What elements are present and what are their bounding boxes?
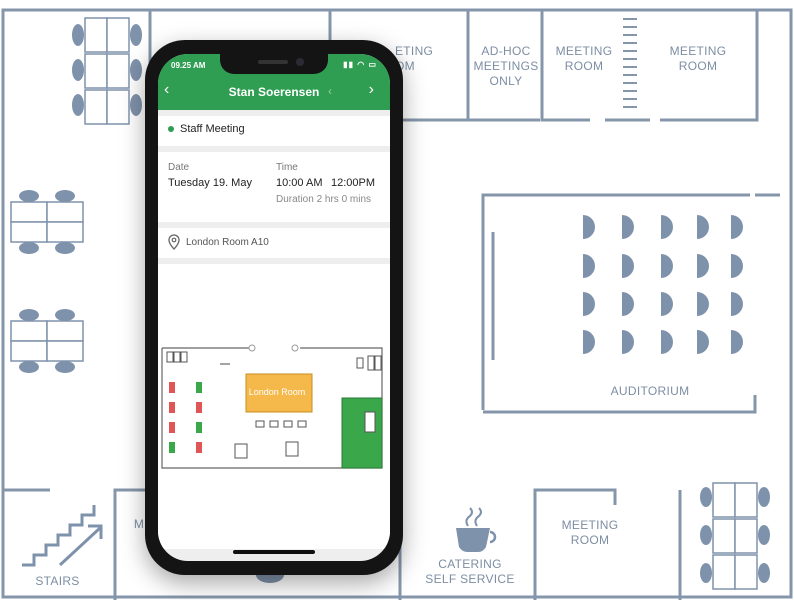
mini-door [248, 344, 256, 352]
room-label-adhoc: AD-HOC MEETINGS ONLY [473, 44, 539, 88]
time-label: Time [276, 162, 298, 173]
window-marks [623, 18, 637, 108]
mini-floor-map[interactable] [160, 344, 384, 470]
mini-desks [169, 382, 202, 453]
phone-device: 09.25 AM ▮▮ ◠ ▭ ‹ Stan Soerensen ‹ › Sta… [145, 40, 403, 575]
phone-notch [220, 54, 328, 74]
desk-cluster-left-1 [10, 190, 84, 254]
mini-cabinet [374, 355, 382, 371]
mini-cabinet [367, 355, 375, 371]
duration: Duration 2 hrs 0 mins [276, 194, 372, 205]
details-card: Date Tuesday 19. May Time 10:00 AM 12:00… [158, 152, 390, 222]
start-time: 10:00 AM [276, 177, 323, 189]
speaker-grille [258, 60, 288, 64]
room-label-meeting-room-2: MEETING ROOM [669, 44, 727, 73]
mini-desk-available [169, 442, 175, 453]
room-label-stairs: STAIRS [35, 574, 80, 588]
room-label-partial-bottom: M [133, 517, 145, 531]
mini-cabinet [180, 351, 188, 363]
mini-chair [297, 420, 307, 428]
wifi-icon: ◠ [357, 60, 366, 69]
mini-table [285, 441, 299, 457]
mini-map-card: London Room [158, 264, 390, 549]
mini-desk-occupied [196, 442, 202, 453]
chevron-left-icon: ‹ [328, 84, 332, 98]
mini-chair [255, 420, 265, 428]
stairs-icon [22, 505, 103, 567]
mini-desk-available [196, 382, 202, 393]
signal-icon: ▮▮ [343, 60, 354, 69]
auditorium-seats [583, 215, 743, 354]
mini-table [364, 411, 376, 433]
mini-cabinet [173, 351, 181, 363]
header-title: Stan Soerensen [228, 85, 320, 99]
mini-desk-occupied [169, 422, 175, 433]
status-icons: ▮▮ ◠ ▭ [343, 60, 377, 69]
date-label: Date [168, 162, 190, 173]
room-label-auditorium: AUDITORIUM [610, 384, 690, 398]
next-button[interactable]: › [369, 82, 374, 98]
auditorium-wall-top [481, 193, 750, 410]
mini-desk-occupied [196, 402, 202, 413]
end-time: 12:00PM [331, 177, 376, 189]
mini-chair [283, 420, 293, 428]
date-value: Tuesday 19. May [168, 177, 252, 189]
room-label-meeting-room-3: MEETING ROOM [561, 518, 619, 547]
location-card[interactable]: London Room A10 [158, 228, 390, 258]
desk-cluster-left-2 [10, 309, 84, 373]
location-name: London Room A10 [186, 237, 269, 248]
desk-cluster-top-left [72, 17, 142, 125]
highlighted-room-label: London Room [248, 387, 306, 397]
location-pin-icon [168, 234, 180, 255]
chevron-right-icon: › [368, 81, 374, 98]
event-card[interactable]: Staff Meeting [158, 116, 390, 146]
room-label-meeting-room-1: MEETING ROOM [555, 44, 613, 73]
event-name: Staff Meeting [180, 123, 245, 135]
mini-desk-occupied [169, 382, 175, 393]
available-room [341, 397, 383, 469]
mini-door [291, 344, 299, 352]
status-dot [168, 126, 174, 132]
phone-screen: 09.25 AM ▮▮ ◠ ▭ ‹ Stan Soerensen ‹ › Sta… [158, 54, 390, 561]
status-time: 09.25 AM [171, 61, 206, 70]
previous-button[interactable]: ‹ [328, 84, 332, 98]
mini-cabinet [166, 351, 174, 363]
battery-icon: ▭ [368, 60, 377, 69]
room-label-catering: CATERING SELF SERVICE [425, 557, 515, 586]
mini-cabinet [356, 357, 364, 369]
mini-desk-occupied [169, 402, 175, 413]
front-camera [296, 58, 304, 66]
coffee-cup-icon [456, 507, 497, 552]
home-indicator [233, 550, 315, 554]
mini-table [234, 443, 248, 459]
mini-chair [269, 420, 279, 428]
desk-cluster-bottom-right [700, 482, 770, 590]
mini-desk-available [196, 422, 202, 433]
